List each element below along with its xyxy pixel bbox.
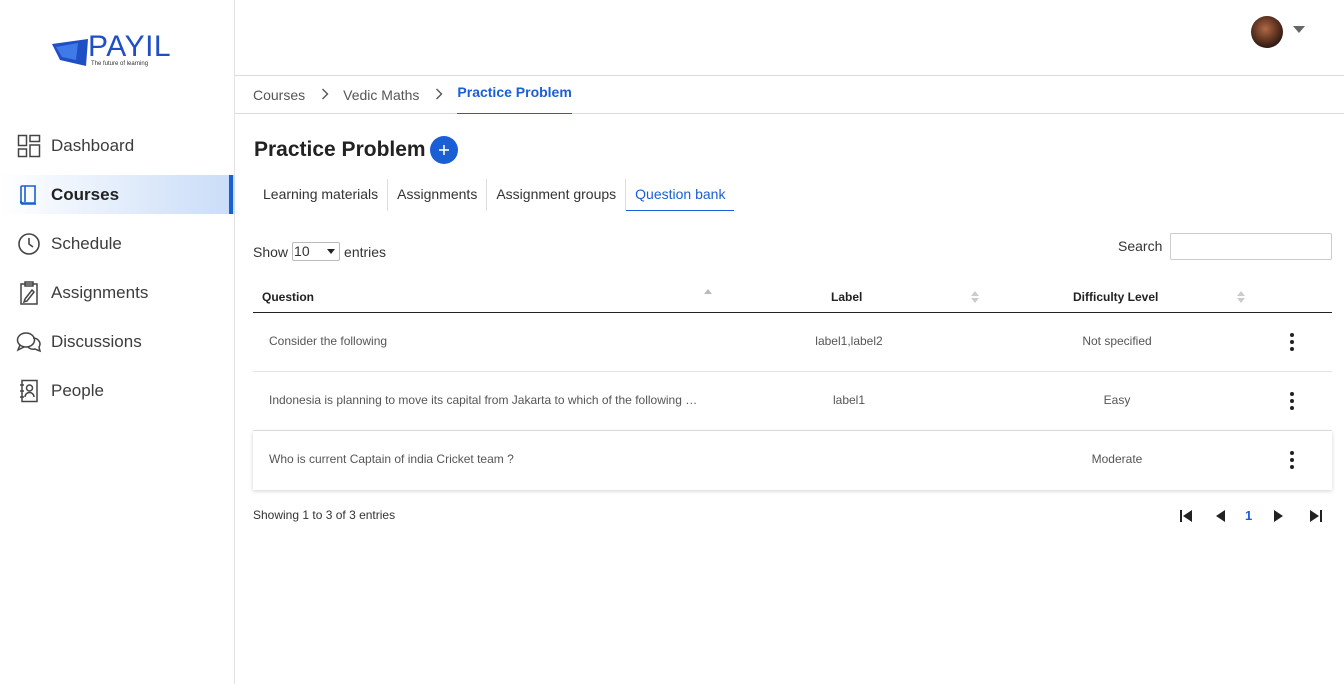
sort-icon[interactable]: [971, 290, 979, 304]
table-row[interactable]: Indonesia is planning to move its capita…: [253, 372, 1332, 431]
pagination: 1: [1178, 506, 1328, 526]
entries-select[interactable]: 10: [292, 242, 341, 261]
user-avatar[interactable]: [1251, 16, 1283, 48]
sidebar-item-label: Assignments: [51, 282, 149, 302]
sort-icon[interactable]: [704, 288, 712, 302]
sidebar-item-assignments[interactable]: Assignments: [0, 273, 235, 312]
book-icon: [16, 182, 42, 208]
search-label: Search: [1118, 238, 1163, 254]
sidebar-item-label: Courses: [51, 184, 120, 204]
search-input[interactable]: [1170, 233, 1332, 260]
more-vertical-icon[interactable]: [1284, 391, 1300, 411]
breadcrumb-courses[interactable]: Courses: [253, 87, 305, 103]
more-vertical-icon[interactable]: [1284, 332, 1300, 352]
tab-question-bank[interactable]: Question bank: [626, 179, 735, 211]
sidebar-item-discussions[interactable]: Discussions: [0, 322, 235, 361]
breadcrumb: Courses Vedic Maths Practice Problem: [235, 77, 1344, 114]
breadcrumb-current[interactable]: Practice Problem: [457, 77, 573, 114]
page-title: Practice Problem: [254, 138, 426, 161]
more-vertical-icon[interactable]: [1284, 450, 1300, 470]
breadcrumb-course[interactable]: Vedic Maths: [343, 87, 419, 103]
difficulty-cell: Easy: [1103, 393, 1131, 407]
first-page-icon[interactable]: [1178, 506, 1194, 526]
sidebar-item-label: People: [51, 380, 104, 400]
column-header-label[interactable]: Label: [831, 290, 862, 304]
caret-down-icon: [327, 249, 336, 254]
sidebar-item-courses[interactable]: Courses: [0, 175, 235, 214]
difficulty-cell: Moderate: [1091, 452, 1143, 466]
sort-icon[interactable]: [1237, 290, 1245, 304]
difficulty-cell: Not specified: [1082, 334, 1152, 348]
contact-book-icon: [16, 378, 42, 404]
question-cell: Consider the following: [269, 334, 388, 348]
sidebar-nav: Dashboard Courses Schedule Assignments D…: [0, 126, 235, 420]
table-row[interactable]: Who is current Captain of india Cricket …: [253, 431, 1332, 490]
column-header-question[interactable]: Question: [262, 290, 314, 304]
sidebar-item-label: Discussions: [51, 331, 142, 351]
last-page-icon[interactable]: [1308, 506, 1324, 526]
question-cell: Indonesia is planning to move its capita…: [269, 393, 699, 407]
entries-length-control: Show 10 entries: [253, 242, 386, 261]
plus-icon: [439, 145, 449, 155]
page-number-current[interactable]: 1: [1245, 508, 1252, 523]
logo-mark-icon: [52, 39, 88, 66]
tab-bar: Learning materials Assignments Assignmen…: [254, 179, 735, 211]
label-cell: label1,label2: [815, 334, 883, 348]
table-info: Showing 1 to 3 of 3 entries: [253, 508, 396, 522]
show-label: Show: [253, 243, 289, 260]
clipboard-icon: [16, 280, 42, 306]
caret-down-icon[interactable]: [1293, 26, 1305, 33]
payil-logo[interactable]: PAYIL The future of learning: [50, 30, 180, 72]
table-row[interactable]: Consider the following label1,label2 Not…: [253, 313, 1332, 372]
question-table: Question Label Difficulty Level Consider…: [253, 281, 1332, 490]
entries-suffix: entries: [344, 243, 387, 260]
entries-select-value: 10: [294, 243, 310, 259]
column-header-difficulty[interactable]: Difficulty Level: [1073, 290, 1158, 304]
chat-bubbles-icon: [16, 329, 42, 355]
sidebar-item-label: Dashboard: [51, 135, 135, 155]
tab-assignment-groups[interactable]: Assignment groups: [487, 179, 627, 211]
table-header: Question Label Difficulty Level: [253, 281, 1332, 313]
add-button[interactable]: [430, 136, 458, 164]
tab-assignments[interactable]: Assignments: [388, 179, 488, 211]
chevron-right-icon: [435, 88, 443, 103]
chevron-right-icon: [321, 88, 329, 103]
label-cell: label1: [832, 393, 866, 407]
question-cell: Who is current Captain of india Cricket …: [269, 452, 514, 466]
sidebar-item-schedule[interactable]: Schedule: [0, 224, 235, 263]
sidebar-item-dashboard[interactable]: Dashboard: [0, 126, 235, 165]
clock-icon: [16, 231, 42, 257]
top-bar: [235, 0, 1344, 76]
brand-name: PAYIL: [88, 30, 172, 63]
previous-page-icon[interactable]: [1213, 506, 1227, 526]
next-page-icon[interactable]: [1272, 506, 1286, 526]
sidebar: PAYIL The future of learning Dashboard C…: [0, 0, 235, 684]
tab-learning-materials[interactable]: Learning materials: [254, 179, 389, 211]
dashboard-icon: [16, 133, 42, 159]
sidebar-item-label: Schedule: [51, 233, 122, 253]
brand-tagline: The future of learning: [91, 61, 149, 67]
sidebar-item-people[interactable]: People: [0, 371, 235, 410]
